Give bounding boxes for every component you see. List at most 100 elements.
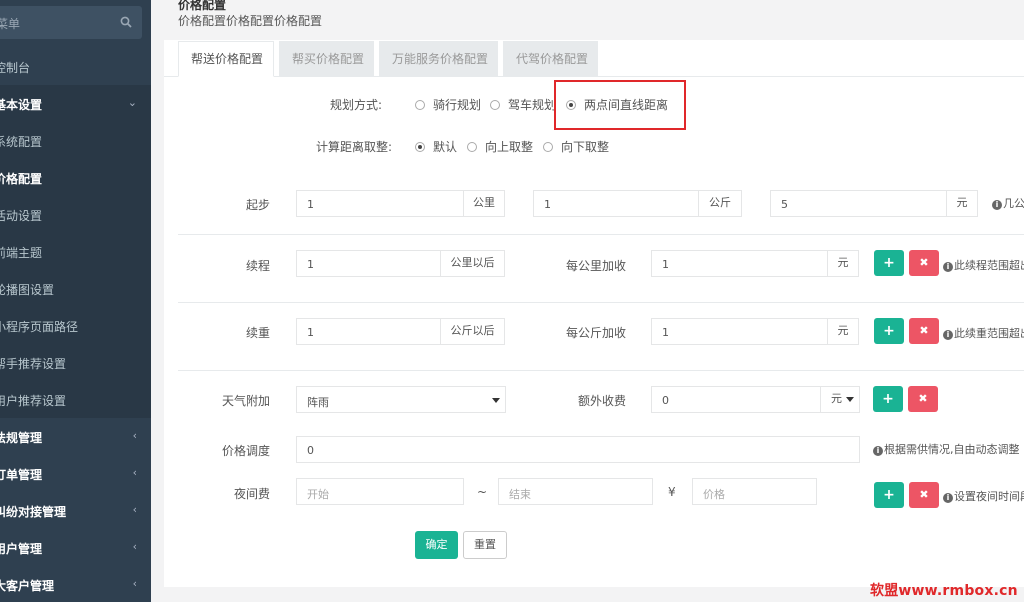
sidebar-item-label: 大客户管理 (0, 579, 55, 593)
add-button[interactable]: + (874, 482, 904, 508)
radio-round-down[interactable]: 向下取整 (543, 138, 609, 155)
sidebar-item-label: 订单管理 (0, 468, 43, 482)
divider (178, 370, 1024, 371)
range-separator: ~ (477, 485, 488, 499)
divider (178, 234, 1024, 235)
sidebar-item-orders[interactable]: 订单管理 ‹ (0, 455, 151, 492)
sidebar-item-label: 价格配置 (0, 172, 43, 186)
radio-default[interactable]: 默认 (415, 138, 457, 155)
per-km-input[interactable]: 1 (651, 250, 828, 277)
watermark: 软盟www.rmbox.cn (870, 583, 1018, 599)
night-fee-label: 夜间费 (234, 487, 271, 501)
radio-circle (415, 100, 425, 110)
currency-symbol: ¥ (668, 485, 676, 499)
sidebar-item-user-recommend[interactable]: 用户推荐设置 (0, 381, 151, 418)
tab-delivery-price[interactable]: 帮送价格配置 (178, 41, 274, 77)
chevron-down-icon: ⌄ (127, 96, 137, 109)
start-price-input[interactable]: 5 (770, 190, 947, 217)
delete-button[interactable]: ✖ (909, 318, 939, 344)
divider (178, 302, 1024, 303)
per-kg-unit: 元 (827, 318, 859, 345)
sidebar-item-label: 小程序页面路径 (0, 320, 79, 334)
radio-circle (467, 142, 477, 152)
night-fee-hint: i 设置夜间时间段 (943, 488, 1024, 504)
radio-round-up[interactable]: 向上取整 (467, 138, 533, 155)
start-price-unit: 元 (946, 190, 978, 217)
extra-weight-unit: 公斤以后 (440, 318, 505, 345)
info-icon: i (943, 330, 953, 340)
start-weight-unit: 公斤 (698, 190, 742, 217)
breadcrumb: 价格配置价格配置价格配置 (178, 14, 323, 28)
start-distance-input[interactable]: 1 (296, 190, 464, 217)
info-icon: i (992, 200, 1002, 210)
plan-mode-label: 规划方式: (330, 98, 383, 112)
sidebar-item-label: 轮播图设置 (0, 283, 55, 297)
sidebar-item-label: 纠纷对接管理 (0, 505, 67, 519)
start-weight-input[interactable]: 1 (533, 190, 699, 217)
info-icon: i (873, 446, 883, 456)
sidebar-item-price-config[interactable]: 价格配置 (0, 159, 151, 196)
sidebar-search[interactable]: 菜单 (0, 6, 142, 39)
price-adjust-input[interactable]: 0 (296, 436, 860, 463)
reset-button[interactable]: 重置 (463, 531, 507, 559)
extra-weight-input[interactable]: 1 (296, 318, 441, 345)
info-icon: i (943, 493, 953, 503)
sidebar-item-carousel[interactable]: 轮播图设置 (0, 270, 151, 307)
radio-label: 驾车规划 (508, 98, 557, 112)
weather-select[interactable]: 阵雨 (296, 386, 506, 413)
radio-circle-selected (415, 142, 425, 152)
radio-circle (543, 142, 553, 152)
night-start-input[interactable]: 开始 (296, 478, 464, 505)
chevron-left-icon: ‹ (132, 540, 137, 553)
per-km-unit: 元 (827, 250, 859, 277)
night-price-input[interactable]: 价格 (692, 478, 817, 505)
sidebar-item-key-accounts[interactable]: 大客户管理 ‹ (0, 566, 151, 602)
extra-fee-input[interactable]: 0 (651, 386, 821, 413)
delete-button[interactable]: ✖ (908, 386, 938, 412)
extra-distance-unit: 公里以后 (440, 250, 505, 277)
sidebar-item-miniprogram-path[interactable]: 小程序页面路径 (0, 307, 151, 344)
sidebar-item-label: 控制台 (0, 61, 31, 75)
tab-purchase-price[interactable]: 帮买价格配置 (279, 41, 374, 77)
highlight-box (554, 80, 686, 130)
price-adjust-label: 价格调度 (222, 444, 271, 458)
tab-universal-service-price[interactable]: 万能服务价格配置 (379, 41, 498, 77)
sidebar-item-dashboard[interactable]: 控制台 (0, 48, 151, 85)
sidebar-item-label: 系统配置 (0, 135, 43, 149)
radio-circle (490, 100, 500, 110)
chevron-left-icon: ‹ (132, 503, 137, 516)
sidebar-item-rules[interactable]: 法规管理 ‹ (0, 418, 151, 455)
rounding-label: 计算距离取整: (316, 140, 393, 154)
radio-label: 骑行规划 (433, 98, 482, 112)
extra-distance-input[interactable]: 1 (296, 250, 441, 277)
sidebar-item-label: 活动设置 (0, 209, 43, 223)
delete-button[interactable]: ✖ (909, 482, 939, 508)
extra-fee-unit-dropdown[interactable]: 元 (820, 386, 860, 413)
tab-driving-price[interactable]: 代驾价格配置 (503, 41, 598, 77)
night-end-input[interactable]: 结束 (498, 478, 653, 505)
confirm-button[interactable]: 确定 (415, 531, 458, 559)
radio-driving[interactable]: 驾车规划 (490, 96, 556, 113)
search-icon[interactable] (120, 16, 132, 28)
delete-button[interactable]: ✖ (909, 250, 939, 276)
add-button[interactable]: + (873, 386, 903, 412)
radio-label: 默认 (433, 140, 458, 154)
sidebar-item-label: 前端主题 (0, 246, 43, 260)
radio-cycling[interactable]: 骑行规划 (415, 96, 481, 113)
sidebar-item-helper-recommend[interactable]: 帮手推荐设置 (0, 344, 151, 381)
start-hint: i 几公 (992, 195, 1024, 211)
add-button[interactable]: + (874, 318, 904, 344)
sidebar-item-theme[interactable]: 前端主题 (0, 233, 151, 270)
per-kg-input[interactable]: 1 (651, 318, 828, 345)
sidebar-item-disputes[interactable]: 纠纷对接管理 ‹ (0, 492, 151, 529)
sidebar-item-system-config[interactable]: 系统配置 (0, 122, 151, 159)
radio-label: 向上取整 (485, 140, 534, 154)
start-distance-unit: 公里 (463, 190, 505, 217)
sidebar-item-activity[interactable]: 活动设置 (0, 196, 151, 233)
sidebar-item-basic-settings[interactable]: 基本设置 ⌄ (0, 85, 151, 122)
chevron-left-icon: ‹ (132, 577, 137, 590)
sidebar-item-users[interactable]: 用户管理 ‹ (0, 529, 151, 566)
info-icon: i (943, 262, 953, 272)
add-button[interactable]: + (874, 250, 904, 276)
caret-down-icon (846, 397, 854, 402)
